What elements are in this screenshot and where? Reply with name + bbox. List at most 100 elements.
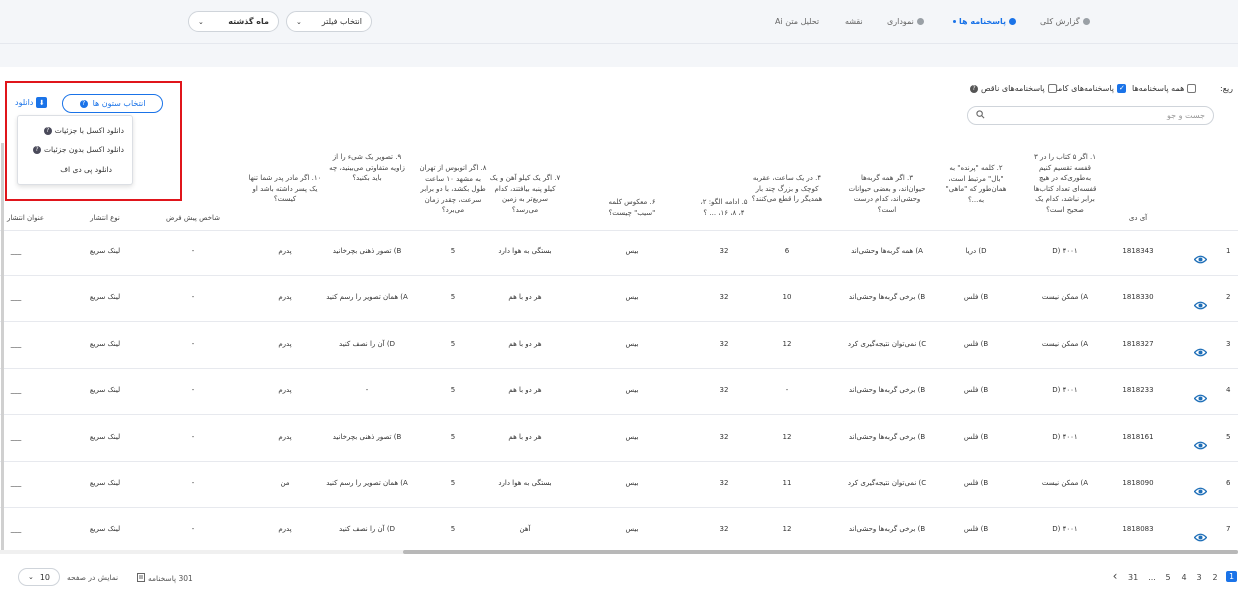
cell-q2: B) فلس (963, 293, 989, 302)
filter-select[interactable]: انتخاب فیلتر ⌄ (286, 11, 372, 32)
vertical-scrollbar[interactable] (1, 143, 4, 553)
column-header-row: دیف (1222, 213, 1238, 224)
tab-overview[interactable]: گزارش کلی (1040, 17, 1090, 26)
column-header-publish-type: نوع انتشار (90, 214, 120, 222)
cell-q6: بیس (625, 525, 639, 534)
column-header-q9: ۹. تصویر یک شیء را از زاویه متفاوتی می‌ب… (329, 153, 405, 182)
cell-q2: B) فلس (963, 339, 989, 348)
view-eye-icon[interactable] (1193, 481, 1208, 496)
cell-default-index: - (191, 479, 195, 487)
cell-row: 2 (1226, 293, 1231, 302)
page-button[interactable]: 5 (1163, 573, 1173, 582)
cell-q8: 5 (450, 479, 456, 487)
cell-q8: 5 (450, 339, 456, 348)
cell-publish-title: ___ (10, 479, 22, 487)
cell-default-index: - (191, 386, 195, 395)
page-button[interactable]: 1 (1226, 571, 1237, 582)
cell-publish-type: لینک سریع (89, 525, 121, 534)
checkbox-incomplete[interactable] (1047, 84, 1057, 93)
column-header-q8: ۸. اگر اتوبوس از تهران به مشهد ۱۰ ساعت ط… (419, 164, 487, 214)
help-icon: ? (32, 145, 41, 154)
download-button[interactable]: ⬇ دانلود (15, 97, 48, 108)
tab-responses[interactable]: پاسخنامه ها (953, 17, 1017, 26)
cell-q6: بیس (625, 432, 639, 441)
cell-q1: D) ۴۰۰۱ (1052, 525, 1078, 534)
view-eye-icon[interactable] (1193, 342, 1208, 357)
cell-q1: A) ممکن نیست (1041, 479, 1089, 487)
cell-q5: 32 (719, 293, 729, 302)
checkbox-complete[interactable] (1117, 84, 1127, 93)
checkbox-all[interactable] (1187, 84, 1197, 93)
cell-q1: A) ممکن نیست (1041, 339, 1089, 348)
cell-q10: پدرم (278, 386, 292, 395)
cell-row: 3 (1226, 339, 1231, 348)
cell-publish-type: لینک سریع (89, 247, 121, 255)
tab-ai-text-analysis[interactable]: تحلیل متن Ai (775, 17, 819, 26)
filter-incomplete[interactable]: پاسخنامه‌های ناقص ? (970, 84, 1057, 93)
cell-publish-type: لینک سریع (89, 339, 121, 348)
header-divider (0, 230, 1238, 231)
column-header-q4: ۴. در یک ساعت، عقربه کوچک و بزرگ چند بار… (751, 174, 823, 203)
row-divider (0, 414, 1238, 416)
cell-q5: 32 (719, 386, 729, 395)
menu-item-excel-plain[interactable]: دانلود اکسل بدون جزئیات ? (32, 145, 124, 154)
page-button[interactable]: 2 (1210, 573, 1220, 582)
cell-q2: B) فلس (963, 525, 989, 534)
cell-q8: 5 (450, 386, 456, 395)
cell-default-index: - (191, 247, 195, 255)
cell-default-index: - (191, 339, 195, 348)
help-icon[interactable]: ? (970, 84, 978, 93)
view-eye-icon[interactable] (1193, 249, 1208, 264)
menu-item-excel-detailed[interactable]: دانلود اکسل با جزئیات ? (43, 126, 124, 135)
cell-publish-title: ___ (10, 247, 22, 255)
column-header-q6: ۶. معکوس کلمه "سیب" چیست؟ (608, 198, 656, 217)
cell-publish-title: ___ (10, 339, 22, 348)
search-input[interactable] (990, 111, 1205, 120)
column-header-q5: ۵. ادامه الگو: ۲، ۴، ۸، ۱۶، ... ؟ (700, 198, 748, 217)
tab-map[interactable]: نقشه (845, 17, 863, 26)
period-select[interactable]: ماه گذشته ⌄ (188, 11, 279, 32)
menu-item-pdf[interactable]: دانلود پی دی اف (60, 165, 112, 174)
view-eye-icon[interactable] (1193, 435, 1208, 449)
cell-q10: پدرم (278, 293, 292, 302)
filter-complete[interactable]: پاسخنامه‌های کامل (1052, 84, 1127, 93)
cell-q2: B) فلس (963, 432, 989, 441)
search-box (967, 106, 1214, 125)
cell-q8: 5 (450, 293, 456, 302)
horizontal-scrollbar[interactable] (0, 550, 1238, 554)
row-divider (0, 507, 1238, 508)
page-ellipsis: ... (1148, 573, 1156, 582)
cell-q3: B) برخی گربه‌ها وحشی‌اند (848, 386, 926, 395)
cell-publish-type: لینک سریع (89, 432, 121, 441)
cell-q10: پدرم (278, 247, 292, 255)
cell-q5: 32 (719, 525, 729, 534)
cell-q6: بیس (625, 479, 639, 487)
view-eye-icon[interactable] (1193, 527, 1208, 542)
cell-row: 5 (1226, 432, 1231, 441)
scrollbar-thumb[interactable] (403, 550, 1238, 554)
cell-publish-type: لینک سریع (89, 293, 121, 302)
page-button[interactable]: 3 (1194, 573, 1204, 582)
cell-default-index: - (191, 293, 195, 302)
cell-q3: C) نمی‌توان نتیجه‌گیری کرد (847, 479, 927, 487)
filter-all[interactable]: همه پاسخنامه‌ها (1132, 84, 1197, 93)
total-count: 301 پاسخنامه (137, 573, 193, 584)
tab-charts[interactable]: نموداری (887, 17, 924, 26)
cell-q6: بیس (625, 247, 639, 255)
per-page-select[interactable]: 10 ⌄ (18, 568, 60, 586)
column-header-q1: ۱. اگر ۵ کتاب را در ۳ قفسه تقسیم کنیم به… (1033, 153, 1097, 214)
cell-default-index: - (191, 525, 195, 534)
view-eye-icon[interactable] (1193, 388, 1208, 403)
column-header-publish-title: عنوان انتشار (7, 214, 44, 222)
select-columns-button[interactable]: انتخاب ستون ها ? (62, 94, 163, 113)
download-icon: ⬇ (36, 97, 48, 108)
help-icon: ? (43, 126, 52, 135)
column-header-q2: ۲. کلمه "پرنده" به "بال" مرتبط است، همان… (945, 164, 1007, 204)
chevron-down-icon: ⌄ (296, 17, 302, 26)
row-divider (0, 367, 1238, 369)
view-eye-icon[interactable] (1193, 295, 1208, 310)
page-button[interactable]: 4 (1179, 573, 1189, 582)
per-page-label: نمایش در صفحه (67, 573, 119, 582)
chevron-left-icon[interactable]: ‹ (1110, 569, 1120, 583)
page-button[interactable]: 31 (1128, 573, 1138, 582)
